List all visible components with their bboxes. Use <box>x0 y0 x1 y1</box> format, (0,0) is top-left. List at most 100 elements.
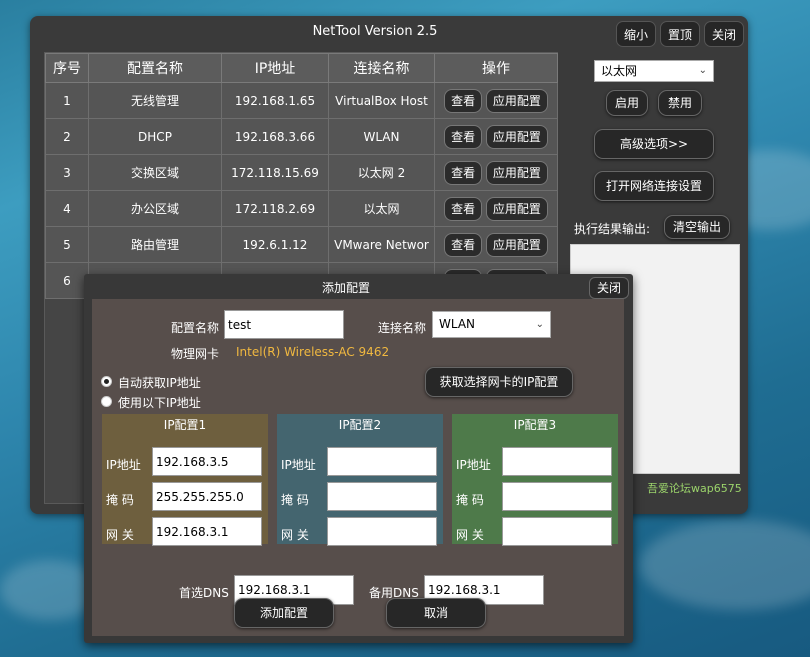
get-adapter-ip-button[interactable]: 获取选择网卡的IP配置 <box>425 367 573 397</box>
auto-ip-radio[interactable] <box>101 376 112 387</box>
mask-input[interactable]: 255.255.255.0 <box>152 482 262 511</box>
apply-config-button[interactable]: 应用配置 <box>485 124 548 149</box>
row-connection: 以太网 <box>328 190 435 227</box>
row-config-name: 路由管理 <box>88 226 222 263</box>
view-button[interactable]: 查看 <box>444 196 483 221</box>
header-action: 操作 <box>434 53 558 83</box>
mask-input[interactable] <box>327 482 437 511</box>
table-row[interactable]: 1 无线管理 192.168.1.65 VirtualBox Host 查看 应用配置 <box>45 82 558 119</box>
view-button[interactable]: 查看 <box>444 88 483 113</box>
row-ip: 192.168.1.65 <box>221 82 329 119</box>
dns1-label: 首选DNS <box>179 586 229 600</box>
manual-ip-radio[interactable] <box>101 396 112 407</box>
config-name-label: 配置名称 <box>171 321 220 335</box>
apply-config-button[interactable]: 应用配置 <box>485 232 548 257</box>
row-no: 3 <box>45 154 89 191</box>
panel-title: IP配置2 <box>338 418 382 432</box>
config-table: 序号 配置名称 IP地址 连接名称 操作 1 无线管理 192.168.1.65 Vi… <box>45 53 558 299</box>
output-label: 执行结果输出: <box>574 222 651 236</box>
mask-input[interactable] <box>502 482 612 511</box>
close-button[interactable]: 关闭 <box>704 21 745 47</box>
gateway-input[interactable] <box>502 517 612 546</box>
row-ip: 192.168.3.66 <box>221 118 329 155</box>
row-config-name: 交换区域 <box>88 154 222 191</box>
ip-input[interactable] <box>502 447 612 476</box>
chevron-down-icon: ⌄ <box>535 319 544 330</box>
advanced-options-button[interactable]: 高级选项>> <box>594 129 714 159</box>
row-connection: 以太网 2 <box>328 154 435 191</box>
conn-name-select[interactable]: WLAN ⌄ <box>432 311 551 338</box>
pin-button[interactable]: 置顶 <box>660 21 701 47</box>
apply-config-button[interactable]: 应用配置 <box>485 160 548 185</box>
mask-input-value: 255.255.255.0 <box>156 489 244 504</box>
row-connection: VMware Networ <box>328 226 435 263</box>
conn-name-label: 连接名称 <box>378 321 427 335</box>
dns1-value: 192.168.3.1 <box>238 583 311 597</box>
ip-label: IP地址 <box>456 458 491 472</box>
header-name: 配置名称 <box>88 53 222 83</box>
open-network-settings-button[interactable]: 打开网络连接设置 <box>594 171 714 201</box>
clear-output-button[interactable]: 清空输出 <box>664 215 730 239</box>
gateway-input[interactable]: 192.168.3.1 <box>152 517 262 546</box>
view-button[interactable]: 查看 <box>444 124 483 149</box>
apply-config-button[interactable]: 应用配置 <box>485 196 548 221</box>
watermark-text: 吾爱论坛wap6575 <box>647 482 742 495</box>
header-no: 序号 <box>45 53 89 83</box>
nic-value: Intel(R) Wireless-AC 9462 <box>236 345 390 359</box>
ip-input[interactable] <box>327 447 437 476</box>
row-ip: 192.6.1.12 <box>221 226 329 263</box>
config-name-input[interactable]: test <box>224 310 344 339</box>
ip-config-panel-1: IP配置1 IP地址 192.168.3.5 掩 码 255.255.255.0 网 关 1… <box>102 414 268 546</box>
table-row[interactable]: 4 办公区域 172.118.2.69 以太网 查看 应用配置 <box>45 190 558 227</box>
row-actions: 查看 应用配置 <box>434 190 558 227</box>
row-no: 2 <box>45 118 89 155</box>
chevron-down-icon: ⌄ <box>698 65 707 76</box>
config-name-value: test <box>228 317 252 332</box>
row-no: 6 <box>45 262 89 299</box>
row-connection: WLAN <box>328 118 435 155</box>
adapter-select-value: 以太网 <box>601 64 638 78</box>
row-ip: 172.118.2.69 <box>221 190 329 227</box>
table-row[interactable]: 3 交换区域 172.118.15.69 以太网 2 查看 应用配置 <box>45 154 558 191</box>
row-actions: 查看 应用配置 <box>434 118 558 155</box>
row-ip: 172.118.15.69 <box>221 154 329 191</box>
view-button[interactable]: 查看 <box>444 232 483 257</box>
dns2-value: 192.168.3.1 <box>428 583 501 597</box>
auto-ip-label: 自动获取IP地址 <box>118 376 201 390</box>
ip-label: IP地址 <box>106 458 141 472</box>
add-config-dialog: 添加配置 关闭 配置名称 test 连接名称 WLAN ⌄ 物理网卡 Intel… <box>84 274 633 643</box>
dialog-title: 添加配置 <box>321 281 370 295</box>
dialog-body: 配置名称 test 连接名称 WLAN ⌄ 物理网卡 Intel(R) Wire… <box>92 299 624 636</box>
add-config-button[interactable]: 添加配置 <box>234 598 334 628</box>
gateway-label: 网 关 <box>106 528 134 542</box>
row-actions: 查看 应用配置 <box>434 82 558 119</box>
header-conn: 连接名称 <box>328 53 435 83</box>
row-config-name: 无线管理 <box>88 82 222 119</box>
enable-button[interactable]: 启用 <box>606 90 648 116</box>
conn-name-value: WLAN <box>439 317 476 331</box>
row-no: 1 <box>45 82 89 119</box>
minimize-button[interactable]: 缩小 <box>616 21 657 47</box>
ip-input[interactable]: 192.168.3.5 <box>152 447 262 476</box>
background-wave <box>640 520 810 610</box>
row-connection: VirtualBox Host <box>328 82 435 119</box>
header-ip: IP地址 <box>221 53 329 83</box>
mask-label: 掩 码 <box>281 493 309 507</box>
view-button[interactable]: 查看 <box>444 160 483 185</box>
gateway-label: 网 关 <box>456 528 484 542</box>
row-actions: 查看 应用配置 <box>434 226 558 263</box>
ip-config-panel-2: IP配置2 IP地址掩 码网 关 <box>277 414 443 546</box>
table-row[interactable]: 5 路由管理 192.6.1.12 VMware Networ 查看 应用配置 <box>45 226 558 263</box>
dialog-close-button[interactable]: 关闭 <box>589 277 629 299</box>
panel-title: IP配置3 <box>513 418 557 432</box>
adapter-select[interactable]: 以太网 ⌄ <box>594 60 714 82</box>
apply-config-button[interactable]: 应用配置 <box>485 88 548 113</box>
cancel-button[interactable]: 取消 <box>386 598 486 628</box>
row-actions: 查看 应用配置 <box>434 154 558 191</box>
gateway-input-value: 192.168.3.1 <box>156 524 229 539</box>
disable-button[interactable]: 禁用 <box>658 90 702 116</box>
table-row[interactable]: 2 DHCP 192.168.3.66 WLAN 查看 应用配置 <box>45 118 558 155</box>
row-config-name: 办公区域 <box>88 190 222 227</box>
manual-ip-label: 使用以下IP地址 <box>118 396 201 410</box>
gateway-input[interactable] <box>327 517 437 546</box>
